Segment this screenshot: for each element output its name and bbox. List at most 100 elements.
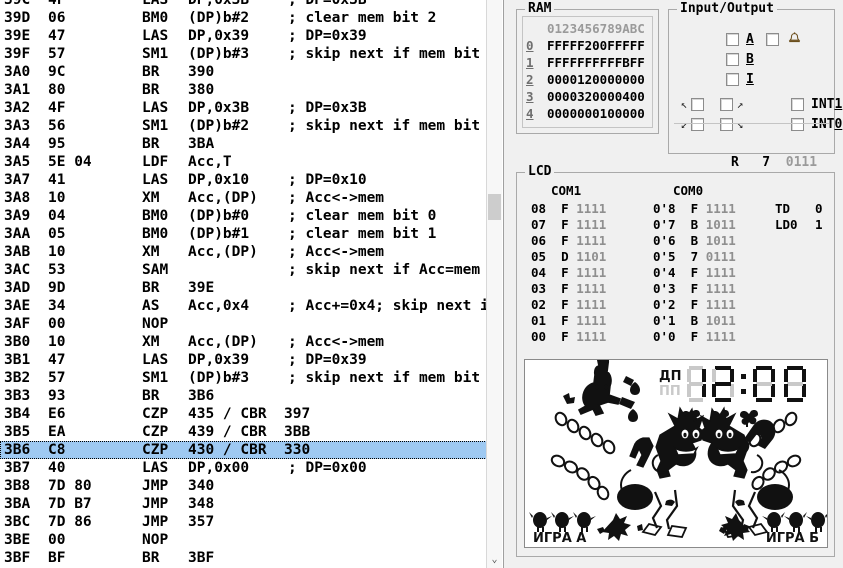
lcd-register-address: 0'5 — [653, 249, 676, 264]
disassembly-row[interactable]: 3BE 00 NOP — [0, 531, 487, 549]
disassembly-row[interactable]: 3BA 7D B7 JMP 348 — [0, 495, 487, 513]
disassembly-row[interactable]: 3A5 5E 04 LDF Acc,T — [0, 153, 487, 171]
disassembly-operands: (DP)b#3 — [188, 370, 250, 386]
lcd-register-row: 0'6 B 1011 — [653, 233, 736, 249]
disassembly-row[interactable]: 39C 4F LAS DP,0x3B ; DP=0x3B — [0, 0, 487, 9]
lcd-digit-1 — [687, 366, 706, 402]
disassembly-operands: DP,0x3B — [188, 0, 250, 8]
io-checkbox-a[interactable] — [726, 33, 739, 46]
disassembly-row[interactable]: 3B3 93 BR 3B6 — [0, 387, 487, 405]
disassembly-row[interactable]: 3AC 53 SAM ; skip next if Acc=mem — [0, 261, 487, 279]
disassembly-bytes: 9C — [48, 64, 66, 80]
io-checkbox-int1[interactable] — [791, 98, 804, 111]
disassembly-row[interactable]: 3AA 05 BM0 (DP)b#1 ; clear mem bit 1 — [0, 225, 487, 243]
disassembly-row[interactable]: 3A0 9C BR 390 — [0, 63, 487, 81]
disassembly-row[interactable]: 3A4 95 BR 3BA — [0, 135, 487, 153]
scrollbar-track[interactable] — [487, 0, 502, 551]
lcd-digit-2 — [712, 366, 734, 402]
disassembly-viewport[interactable]: 39C 4F LAS DP,0x3B ; DP=0x3B 39D 06 BM0 (DP)b#2;… — [0, 0, 487, 568]
disassembly-row[interactable]: 3BC 7D 86 JMP 357 — [0, 513, 487, 531]
disassembly-row[interactable]: 3A3 56 SM1 (DP)b#2 ; skip next if mem bit 2 … — [0, 117, 487, 135]
disassembly-operands: Acc,(DP) — [188, 334, 258, 350]
disassembly-row[interactable]: 3A7 41 LAS DP,0x10 ; DP=0x10 — [0, 171, 487, 189]
lcd-register-bits: 1011 — [705, 233, 736, 248]
disassembly-mnemonic: XM — [142, 190, 160, 206]
disassembly-mnemonic: BR — [142, 82, 160, 98]
disassembly-row[interactable]: 3B5 EA CZP 439 / CBR 3BB — [0, 423, 487, 441]
disassembly-operands: 390 — [188, 64, 215, 80]
disassembly-row-selected[interactable]: 3B6 C8 CZP 430 / CBR 330 — [0, 441, 487, 459]
disassembly-mnemonic: LAS — [142, 100, 169, 116]
disassembly-bytes: 4F — [48, 100, 66, 116]
disassembly-row[interactable]: 3B1 47 LAS DP,0x39 ; DP=0x39 — [0, 351, 487, 369]
disassembly-scrollbar[interactable]: ⌄ — [486, 0, 502, 568]
disassembly-row[interactable]: 3AD 9D BR 39E — [0, 279, 487, 297]
lcd-register-row: 06 F 1111 — [531, 233, 606, 249]
lcd-screen[interactable]: ДП ПП ИГРА А ИГРА Б — [524, 359, 828, 548]
io-checkbox-i[interactable] — [726, 73, 739, 86]
ram-row-label: 4 — [526, 106, 534, 121]
lcd-wolf-left-sprite — [617, 406, 705, 538]
lcd-register-row: 01 F 1111 — [531, 313, 606, 329]
disassembly-bytes: 06 — [48, 10, 66, 26]
io-checkbox-sound[interactable] — [766, 33, 779, 46]
ram-table: 0123456789ABC 0 FFFFF200FFFFF 1 FFFFFFFFFFB… — [522, 16, 653, 128]
arrow-up-right-icon: ↗ — [736, 97, 744, 111]
lcd-register-hex: F — [561, 233, 569, 248]
lcd-register-row: 05 D 1101 — [531, 249, 606, 265]
disassembly-row[interactable]: 3AF 00 NOP — [0, 315, 487, 333]
disassembly-row[interactable]: 3A1 80 BR 380 — [0, 81, 487, 99]
disassembly-address: 3BE — [4, 532, 31, 548]
disassembly-operands: 348 — [188, 496, 215, 512]
scroll-down-arrow-icon[interactable]: ⌄ — [487, 551, 502, 568]
io-checkbox-up-left[interactable] — [691, 98, 704, 111]
disassembly-row[interactable]: 3AB 10 XM Acc,(DP) ; Acc<->mem — [0, 243, 487, 261]
disassembly-address: 3BF — [4, 550, 31, 566]
disassembly-row[interactable]: 3A2 4F LAS DP,0x3B ; DP=0x3B — [0, 99, 487, 117]
disassembly-row[interactable]: 3B4 E6 CZP 435 / CBR 397 — [0, 405, 487, 423]
lcd-register-hex: F — [561, 313, 569, 328]
disassembly-row[interactable]: 3A8 10 XM Acc,(DP) ; Acc<->mem — [0, 189, 487, 207]
lcd-flag-value: 0 — [815, 201, 823, 216]
disassembly-row[interactable]: 39E 47 LAS DP,0x39 ; DP=0x39 — [0, 27, 487, 45]
ram-row-values: 0000000100000 — [547, 106, 645, 121]
ram-row-values: FFFFF200FFFFF — [547, 38, 645, 53]
disassembly-row[interactable]: 39D 06 BM0 (DP)b#2 ; clear mem bit 2 — [0, 9, 487, 27]
disassembly-address: 3B6 — [4, 442, 31, 458]
lcd-register-row: 0'8 F 1111 — [653, 201, 736, 217]
lcd-register-bits: 1111 — [705, 329, 736, 344]
disassembly-address: 3AE — [4, 298, 31, 314]
disassembly-bytes: 57 — [48, 46, 66, 62]
disassembly-comment: ; clear mem bit 0 — [288, 208, 437, 224]
scrollbar-thumb[interactable] — [488, 194, 501, 220]
disassembly-bytes: E6 — [48, 406, 66, 422]
disassembly-bytes: 05 — [48, 226, 66, 242]
disassembly-address: 3A1 — [4, 82, 31, 98]
io-checkbox-b[interactable] — [726, 53, 739, 66]
disassembly-address: 3A7 — [4, 172, 31, 188]
disassembly-bytes: 80 — [48, 82, 66, 98]
disassembly-operands: 3B6 — [188, 388, 215, 404]
disassembly-comment: ; skip next if mem bit 3 set — [288, 370, 481, 386]
lcd-panel-title: LCD — [525, 164, 555, 179]
disassembly-row[interactable]: 39F 57 SM1 (DP)b#3 ; skip next if mem bit 3 … — [0, 45, 487, 63]
lcd-chicks-right — [762, 512, 827, 532]
disassembly-operands: (DP)b#1 — [188, 226, 250, 242]
disassembly-mnemonic: JMP — [142, 478, 169, 494]
disassembly-row[interactable]: 3B8 7D 80 JMP 340 — [0, 477, 487, 495]
ram-row-label: 0 — [526, 38, 534, 53]
disassembly-address: 3A4 — [4, 136, 31, 152]
disassembly-row[interactable]: 3AE 34 AS Acc,0x4 ; Acc+=0x4; skip next if s… — [0, 297, 487, 315]
lcd-register-address: 08 — [531, 201, 547, 216]
lcd-register-bits: 1111 — [576, 201, 607, 216]
disassembly-row[interactable]: 3A9 04 BM0 (DP)b#0 ; clear mem bit 0 — [0, 207, 487, 225]
io-checkbox-up-right[interactable] — [720, 98, 733, 111]
lcd-register-row: 0'0 F 1111 — [653, 329, 736, 345]
disassembly-mnemonic: LAS — [142, 460, 169, 476]
disassembly-mnemonic: BR — [142, 550, 160, 566]
disassembly-row[interactable]: 3B7 40 LAS DP,0x00 ; DP=0x00 — [0, 459, 487, 477]
disassembly-row[interactable]: 3B0 10 XM Acc,(DP) ; Acc<->mem — [0, 333, 487, 351]
disassembly-row[interactable]: 3BF BF BR 3BF — [0, 549, 487, 567]
disassembly-row[interactable]: 3B2 57 SM1 (DP)b#3 ; skip next if mem bit 3 … — [0, 369, 487, 387]
lcd-flag-name: TD — [775, 201, 791, 216]
